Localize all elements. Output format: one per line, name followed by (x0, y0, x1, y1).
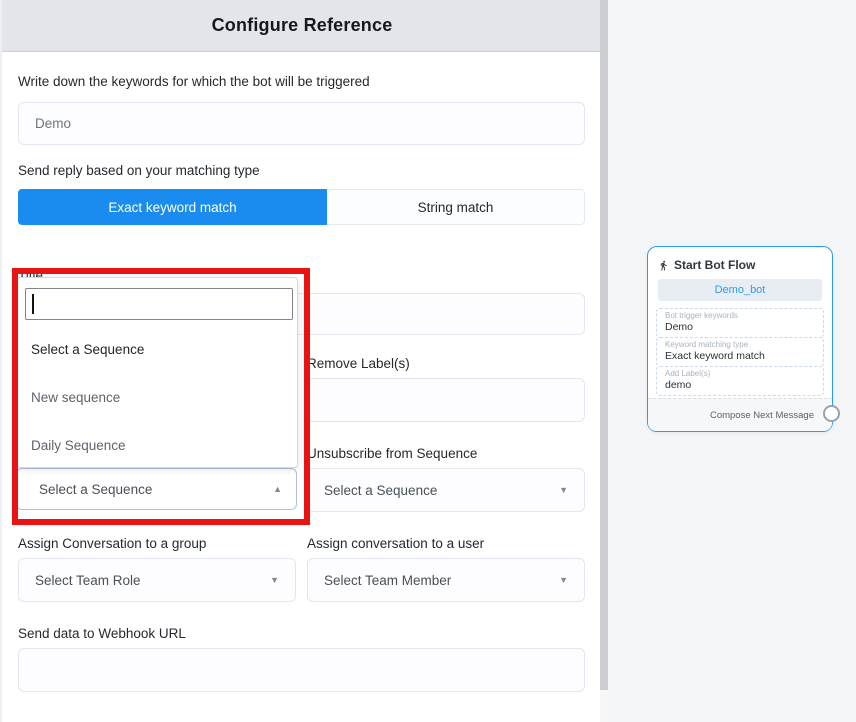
card-field-row: Keyword matching type Exact keyword matc… (656, 337, 824, 367)
chevron-down-icon: ▼ (270, 576, 279, 585)
assign-group-label: Assign Conversation to a group (18, 536, 206, 551)
unsubscribe-sequence-value: Select a Sequence (324, 483, 437, 498)
keywords-input[interactable] (18, 102, 585, 145)
connection-handle[interactable] (823, 405, 840, 422)
sequence-search-input[interactable] (25, 288, 293, 320)
bot-name-pill[interactable]: Demo_bot (658, 279, 822, 301)
tab-exact-keyword-match[interactable]: Exact keyword match (18, 189, 327, 225)
assign-group-select[interactable]: Select Team Role ▼ (18, 558, 296, 602)
scrollbar-thumb[interactable] (600, 0, 608, 690)
keywords-label: Write down the keywords for which the bo… (18, 74, 370, 89)
chevron-down-icon: ▼ (559, 486, 568, 495)
card-field-row: Add Label(s) demo (656, 366, 824, 396)
field-value: Exact keyword match (665, 350, 815, 363)
webhook-url-input[interactable] (18, 648, 585, 692)
assign-group-value: Select Team Role (35, 573, 141, 588)
vertical-scrollbar[interactable] (600, 0, 608, 722)
webhook-url-label: Send data to Webhook URL (18, 626, 186, 641)
configure-panel: Configure Reference Write down the keywo… (0, 0, 600, 722)
sequence-option[interactable]: Select a Sequence (17, 334, 297, 364)
field-label: Add Label(s) (665, 369, 815, 379)
card-title: Start Bot Flow (674, 258, 755, 272)
field-label: Keyword matching type (665, 340, 815, 350)
assign-user-value: Select Team Member (324, 573, 451, 588)
matching-type-tabs: Exact keyword match String match (18, 189, 585, 225)
assign-user-label: Assign conversation to a user (307, 536, 484, 551)
subscribe-sequence-value: Select a Sequence (39, 482, 152, 497)
remove-labels-label: Remove Label(s) (307, 356, 410, 371)
tab-string-match[interactable]: String match (327, 189, 585, 225)
sequence-option[interactable]: New sequence (17, 382, 297, 412)
card-fields: Bot trigger keywords Demo Keyword matchi… (656, 308, 824, 396)
flow-canvas[interactable]: Start Bot Flow Demo_bot Bot trigger keyw… (608, 0, 856, 722)
start-bot-flow-card[interactable]: Start Bot Flow Demo_bot Bot trigger keyw… (647, 246, 833, 432)
card-field-row: Bot trigger keywords Demo (656, 308, 824, 338)
field-value: Demo (665, 321, 815, 334)
page-title: Configure Reference (212, 15, 393, 36)
remove-labels-input[interactable] (307, 378, 585, 422)
matching-type-label: Send reply based on your matching type (18, 163, 260, 178)
chevron-up-icon: ▲ (273, 485, 282, 494)
field-label: Bot trigger keywords (665, 311, 815, 321)
walking-person-icon (658, 259, 669, 272)
compose-next-message-action[interactable]: Compose Next Message (648, 398, 832, 431)
panel-header: Configure Reference (2, 0, 602, 52)
field-value: demo (665, 379, 815, 392)
sequence-dropdown-panel: Select a Sequence New sequence Daily Seq… (16, 277, 298, 468)
chevron-down-icon: ▼ (559, 576, 568, 585)
unsubscribe-sequence-select[interactable]: Select a Sequence ▼ (307, 468, 585, 512)
text-cursor (32, 294, 34, 314)
subscribe-sequence-select[interactable]: Select a Sequence ▲ (16, 468, 297, 510)
sequence-option[interactable]: Daily Sequence (17, 430, 297, 460)
card-header: Start Bot Flow (648, 247, 832, 279)
unsubscribe-sequence-label: Unsubscribe from Sequence (307, 446, 477, 461)
assign-user-select[interactable]: Select Team Member ▼ (307, 558, 585, 602)
